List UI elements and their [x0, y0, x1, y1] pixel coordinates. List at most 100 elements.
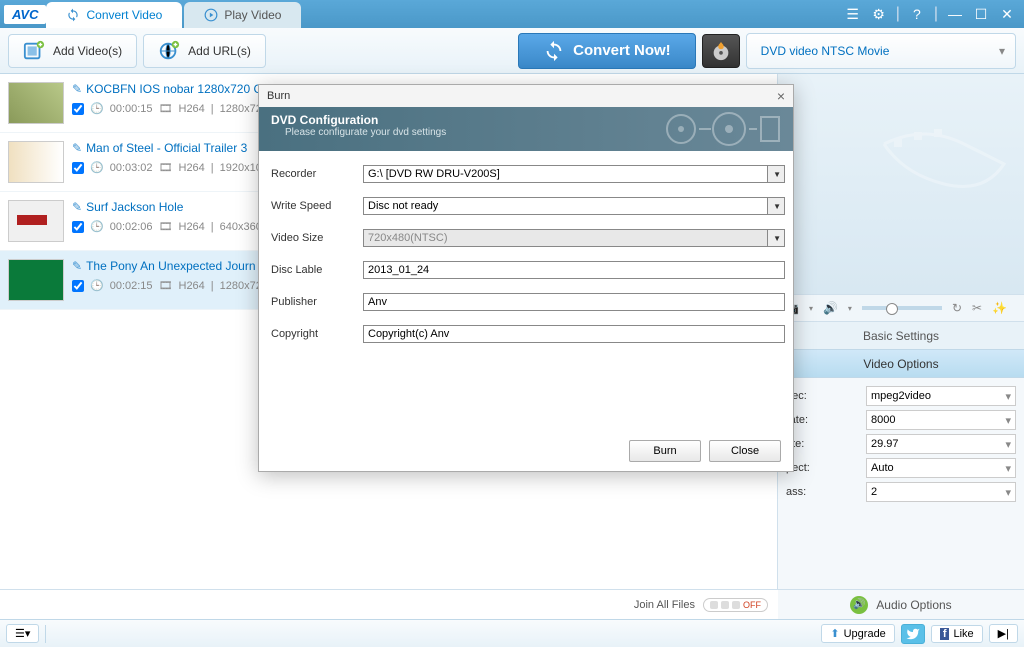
pass-label: ass: [786, 486, 866, 498]
video-options-grid: dec:mpeg2video rate:8000 ate:29.97 pect:… [778, 378, 1024, 510]
close-icon[interactable]: ✕ [998, 5, 1016, 23]
dialog-header: DVD Configuration Please configurate you… [259, 107, 793, 151]
disc-icon [710, 40, 732, 62]
aspect-label: pect: [786, 462, 866, 474]
twitter-button[interactable] [901, 624, 925, 644]
button-label: Add Video(s) [53, 44, 122, 58]
app-logo: AVC [4, 5, 46, 24]
video-codec: H264 [179, 221, 205, 233]
select-value: DVD video NTSC Movie [761, 44, 890, 58]
dvd-graphic-icon [663, 111, 783, 147]
speaker-icon: 🔊 [850, 596, 868, 614]
video-duration: 00:00:15 [110, 103, 153, 115]
video-thumbnail [8, 200, 64, 242]
video-checkbox[interactable] [72, 162, 84, 174]
globe-plus-icon [158, 40, 180, 62]
burn-button[interactable]: Burn [629, 440, 701, 462]
audio-options-bar[interactable]: 🔊 Audio Options [778, 589, 1024, 619]
gear-icon[interactable]: ⚙ [870, 5, 888, 23]
list-view-button[interactable]: ☰▾ [6, 624, 39, 643]
upgrade-button[interactable]: ⬆Upgrade [821, 624, 894, 643]
video-checkbox[interactable] [72, 103, 84, 115]
video-title: KOCBFN IOS nobar 1280x720 C [86, 82, 262, 96]
clock-icon: 🕒 [90, 279, 104, 292]
burn-dialog: Burn × DVD Configuration Please configur… [258, 84, 794, 472]
aspect-select[interactable]: Auto [866, 458, 1016, 478]
copyright-label: Copyright [267, 328, 363, 340]
join-files-label: Join All Files [634, 599, 695, 611]
tab-video-options[interactable]: Video Options [778, 350, 1024, 378]
video-checkbox[interactable] [72, 221, 84, 233]
dialog-title-text: Burn [267, 90, 290, 102]
recorder-label: Recorder [267, 168, 363, 180]
preview-area [778, 74, 1024, 294]
rotate-icon[interactable]: ↻ [952, 301, 962, 315]
video-codec: H264 [179, 162, 205, 174]
add-videos-button[interactable]: Add Video(s) [8, 34, 137, 68]
copyright-input[interactable] [363, 325, 785, 343]
recorder-select[interactable]: G:\ [DVD RW DRU-V200S]▼ [363, 165, 785, 183]
disc-label-input[interactable] [363, 261, 785, 279]
tab-label: Convert Video [86, 8, 162, 22]
facebook-like-button[interactable]: fLike [931, 625, 983, 643]
join-files-bar: Join All Files OFF [0, 589, 778, 619]
wand-icon[interactable]: ✨ [992, 301, 1007, 315]
volume-slider[interactable] [862, 306, 942, 310]
tab-convert-video[interactable]: Convert Video [46, 2, 182, 28]
menu-icon[interactable]: ☰ [844, 5, 862, 23]
video-thumbnail [8, 259, 64, 301]
minimize-icon[interactable]: — [946, 5, 964, 23]
scissors-icon[interactable]: ✂ [972, 301, 982, 315]
tab-play-video[interactable]: Play Video [184, 2, 301, 28]
add-urls-button[interactable]: Add URL(s) [143, 34, 266, 68]
pencil-icon[interactable]: ✎ [72, 82, 82, 96]
codec-select[interactable]: mpeg2video [866, 386, 1016, 406]
video-size-select: 720x480(NTSC)▼ [363, 229, 785, 247]
film-plus-icon [23, 40, 45, 62]
burn-disc-button[interactable] [702, 34, 740, 68]
video-codec: H264 [179, 280, 205, 292]
dialog-body: RecorderG:\ [DVD RW DRU-V200S]▼ Write Sp… [259, 151, 793, 371]
facebook-icon: f [940, 628, 950, 640]
upload-icon: ⬆ [830, 627, 839, 640]
play-icon [204, 8, 218, 22]
bitrate-select[interactable]: 8000 [866, 410, 1016, 430]
framerate-label: ate: [786, 438, 866, 450]
publisher-input[interactable] [363, 293, 785, 311]
video-duration: 00:02:15 [110, 280, 153, 292]
titlebar: AVC Convert Video Play Video ☰ ⚙ | ? | —… [0, 0, 1024, 28]
write-speed-select[interactable]: Disc not ready▼ [363, 197, 785, 215]
close-button[interactable]: Close [709, 440, 781, 462]
help-icon[interactable]: ? [908, 5, 926, 23]
convert-now-button[interactable]: Convert Now! [518, 33, 696, 69]
button-label: Add URL(s) [188, 44, 251, 58]
next-button[interactable]: ▶| [989, 624, 1018, 643]
video-duration: 00:03:02 [110, 162, 153, 174]
dialog-close-icon[interactable]: × [777, 88, 785, 104]
maximize-icon[interactable]: ☐ [972, 5, 990, 23]
dialog-titlebar[interactable]: Burn × [259, 85, 793, 107]
tab-basic-settings[interactable]: Basic Settings [778, 322, 1024, 350]
pass-select[interactable]: 2 [866, 482, 1016, 502]
statusbar: ☰▾ ⬆Upgrade fLike ▶| [0, 619, 1024, 647]
video-checkbox[interactable] [72, 280, 84, 292]
tab-label: Play Video [224, 8, 281, 22]
video-codec: H264 [179, 103, 205, 115]
film-icon: 🎞 [159, 102, 173, 115]
pencil-icon[interactable]: ✎ [72, 141, 82, 155]
video-title: Surf Jackson Hole [86, 200, 183, 214]
volume-icon[interactable]: 🔊 [823, 301, 838, 315]
join-files-toggle[interactable]: OFF [703, 598, 768, 612]
film-icon: 🎞 [159, 220, 173, 233]
pencil-icon[interactable]: ✎ [72, 200, 82, 214]
write-speed-label: Write Speed [267, 200, 363, 212]
framerate-select[interactable]: 29.97 [866, 434, 1016, 454]
convert-icon [66, 8, 80, 22]
clock-icon: 🕒 [90, 161, 104, 174]
output-preset-select[interactable]: DVD video NTSC Movie [746, 33, 1016, 69]
pencil-icon[interactable]: ✎ [72, 259, 82, 273]
video-res: 640x360 [220, 221, 262, 233]
video-size-label: Video Size [267, 232, 363, 244]
video-thumbnail [8, 141, 64, 183]
film-icon: 🎞 [159, 161, 173, 174]
